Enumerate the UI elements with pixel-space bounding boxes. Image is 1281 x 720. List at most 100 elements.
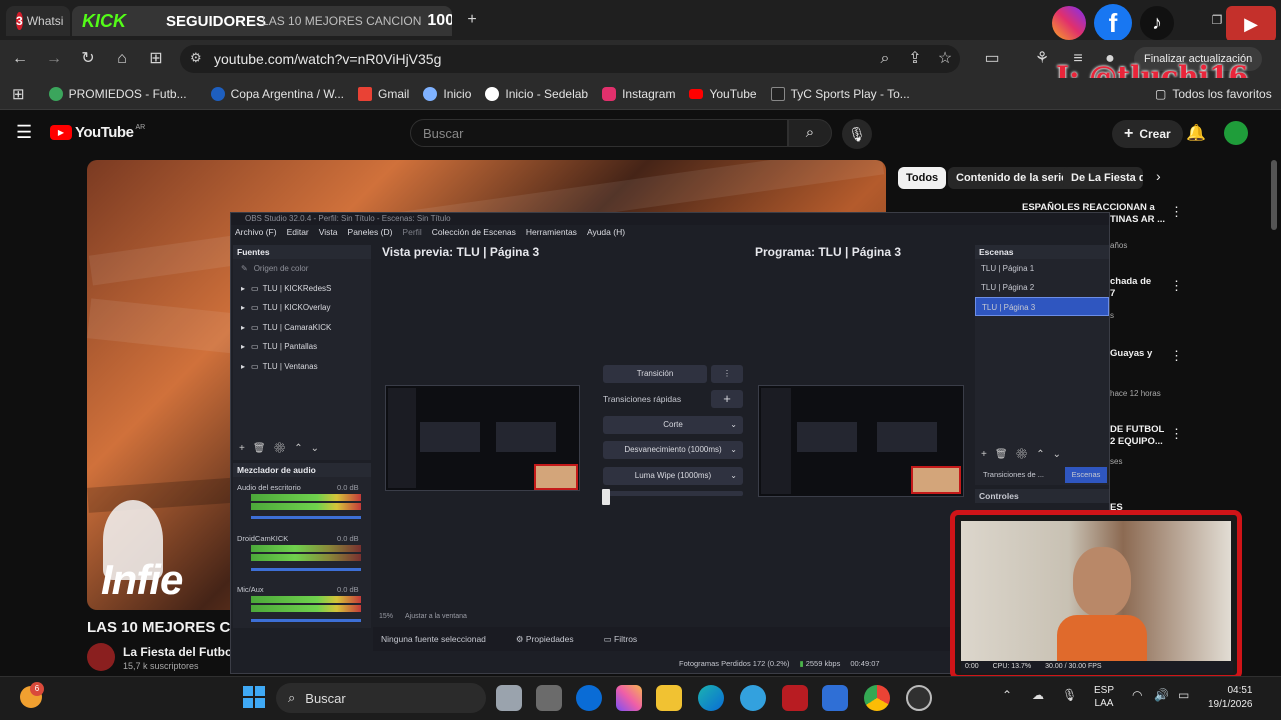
chip-todos[interactable]: Todos	[898, 167, 947, 189]
extensions-icon[interactable]: ⚘	[1030, 47, 1054, 71]
preview-canvas[interactable]	[385, 385, 580, 491]
menu-item[interactable]: Vista	[319, 225, 338, 239]
youtube-logo[interactable]: ▶ YouTube AR	[50, 124, 145, 141]
source-row[interactable]: ▸ ▭ TLU | KICKOverlay	[233, 298, 371, 318]
volume-slider[interactable]	[251, 516, 361, 519]
menu-item[interactable]: Paneles (D)	[348, 225, 393, 239]
channel-name[interactable]: La Fiesta del Futbol	[123, 645, 236, 659]
fit-window-option[interactable]: Ajustar a la ventana	[405, 613, 467, 620]
bookmark-item[interactable]: PROMIEDOS - Futb...	[48, 86, 187, 101]
bookmark-item[interactable]: Gmail	[358, 86, 409, 101]
reload-icon[interactable]: ↻	[76, 47, 100, 71]
scene-item[interactable]: TLU | Página 2	[975, 278, 1109, 297]
more-options-icon[interactable]: ⋮	[1170, 278, 1183, 294]
cast-icon[interactable]: ▭	[980, 47, 1004, 71]
bookmark-item[interactable]: Instagram	[602, 86, 675, 101]
notifications-bell-icon[interactable]: 🔔	[1186, 123, 1206, 143]
bookmark-item[interactable]: TyC Sports Play - To...	[770, 86, 910, 101]
sources-toolbar[interactable]: +🗑⚙⌃⌄	[239, 443, 327, 454]
source-row[interactable]: ✎ Origen de color	[233, 259, 371, 279]
menu-item[interactable]: Archivo (F)	[235, 225, 277, 239]
scenes-toolbar[interactable]: +🗑⚙⌃⌄	[981, 449, 1069, 460]
tab-scene-transitions[interactable]: Transiciones de ...	[977, 467, 1065, 483]
transition-button[interactable]: Transición	[603, 365, 707, 383]
back-icon[interactable]: ←	[8, 47, 32, 71]
new-tab-icon[interactable]: +	[460, 8, 484, 32]
language-indicator[interactable]: ESP LAA	[1094, 684, 1114, 710]
bookmark-item[interactable]: Copa Argentina / W...	[210, 86, 344, 101]
tab-youtube-active[interactable]: KICK SEGUIDORES LAS 10 MEJORES CANCION 1…	[72, 6, 452, 36]
zoom-level[interactable]: 15%	[379, 613, 393, 620]
add-quick-transition-button[interactable]: +	[711, 390, 743, 408]
source-row[interactable]: ▸ ▭ TLU | Ventanas	[233, 357, 371, 377]
clock[interactable]: 04:51 19/1/2026	[1208, 684, 1253, 712]
menu-item[interactable]: Editar	[287, 225, 309, 239]
voice-search-button[interactable]: 🎙	[842, 119, 872, 149]
transition-option[interactable]: Corte ⌄	[603, 416, 743, 434]
apps-shortcut-icon[interactable]: ⊞	[144, 47, 168, 71]
app-icon[interactable]	[536, 685, 562, 711]
chevron-up-icon[interactable]: ⌃	[1002, 688, 1012, 702]
forward-icon[interactable]: →	[42, 47, 66, 71]
chip-channel[interactable]: De La Fiesta del	[1063, 167, 1143, 189]
all-favorites[interactable]: ▢ Todos los favoritos	[1155, 87, 1272, 101]
t-bar-handle[interactable]	[602, 489, 610, 505]
home-icon[interactable]: ⌂	[110, 47, 134, 71]
search-input[interactable]: Buscar	[410, 119, 788, 147]
search-button[interactable]: ⌕	[788, 119, 832, 147]
mcafee-icon[interactable]	[782, 685, 808, 711]
transition-option[interactable]: Luma Wipe (1000ms) ⌄	[603, 467, 743, 485]
bookmark-item[interactable]: Inicio - Sedelab	[485, 86, 588, 101]
more-options-icon[interactable]: ⋮	[1170, 426, 1183, 442]
edge-icon[interactable]	[698, 685, 724, 711]
scene-item-selected[interactable]: TLU | Página 3	[975, 297, 1109, 316]
channel-avatar[interactable]	[87, 643, 115, 671]
battery-icon[interactable]: ▭	[1178, 688, 1189, 702]
hp-icon[interactable]	[576, 685, 602, 711]
source-row[interactable]: ▸ ▭ TLU | CamaraKICK	[233, 318, 371, 338]
volume-slider[interactable]	[251, 568, 361, 571]
wifi-icon[interactable]: ◠	[1132, 688, 1142, 702]
chrome-icon[interactable]	[864, 685, 890, 711]
menu-item[interactable]: Perfil	[402, 225, 421, 239]
copilot-icon[interactable]	[616, 685, 642, 711]
transition-option[interactable]: Desvanecimiento (1000ms) ⌄	[603, 441, 743, 459]
windows-start-icon[interactable]	[243, 686, 265, 708]
tab-whatsapp[interactable]: 3 Whatsi	[6, 6, 70, 36]
source-row[interactable]: ▸ ▭ TLU | KICKRedesS	[233, 279, 371, 299]
volume-icon[interactable]: 🔊	[1154, 688, 1169, 702]
filters-button[interactable]: ▭ Filtros	[604, 634, 638, 645]
properties-button[interactable]: ⚙ Propiedades	[516, 634, 574, 645]
apps-grid-icon[interactable]: ⊞	[12, 85, 25, 103]
tab-scenes[interactable]: Escenas	[1065, 467, 1107, 483]
rec-item[interactable]: ESPAÑOLES REACCIONAN a TINAS AR ... años	[1022, 202, 1270, 252]
file-explorer-icon[interactable]	[656, 685, 682, 711]
scene-item[interactable]: TLU | Página 1	[975, 259, 1109, 278]
bookmark-star-icon[interactable]: ☆	[933, 47, 957, 71]
menu-item[interactable]: Ayuda (H)	[587, 225, 625, 239]
avatar[interactable]	[1224, 121, 1248, 145]
more-options-icon[interactable]: ⋮	[1170, 348, 1183, 364]
site-info-icon[interactable]: ⚙	[190, 50, 202, 66]
page-scrollbar[interactable]	[1271, 160, 1277, 230]
create-button[interactable]: + Crear	[1112, 120, 1183, 148]
t-bar[interactable]	[603, 491, 743, 496]
install-app-icon[interactable]: ⇪	[903, 47, 927, 71]
chevron-right-icon[interactable]: ›	[1156, 168, 1161, 184]
obs-taskbar-icon[interactable]	[906, 685, 932, 711]
microphone-icon[interactable]: 🎙	[1062, 688, 1077, 702]
rec-item[interactable]: DE FUTBOL 2 EQUIPO... ses	[1110, 424, 1270, 468]
taskbar-search[interactable]: ⌕ Buscar	[276, 683, 486, 713]
task-view-icon[interactable]	[496, 685, 522, 711]
address-bar[interactable]: ⚙ youtube.com/watch?v=nR0ViHjV35g	[180, 45, 960, 73]
zoom-icon[interactable]: ⌕	[873, 47, 897, 71]
chip-series[interactable]: Contenido de la serie	[948, 167, 1076, 189]
volume-slider[interactable]	[251, 619, 361, 622]
bookmark-item[interactable]: Inicio	[423, 86, 471, 101]
menu-icon[interactable]: ☰	[16, 122, 32, 143]
app-icon[interactable]	[740, 685, 766, 711]
menu-item[interactable]: Colección de Escenas	[432, 225, 516, 239]
rec-item[interactable]: Guayas y hace 12 horas	[1110, 348, 1270, 400]
menu-item[interactable]: Herramientas	[526, 225, 577, 239]
transition-menu-button[interactable]: ⋮	[711, 365, 743, 383]
